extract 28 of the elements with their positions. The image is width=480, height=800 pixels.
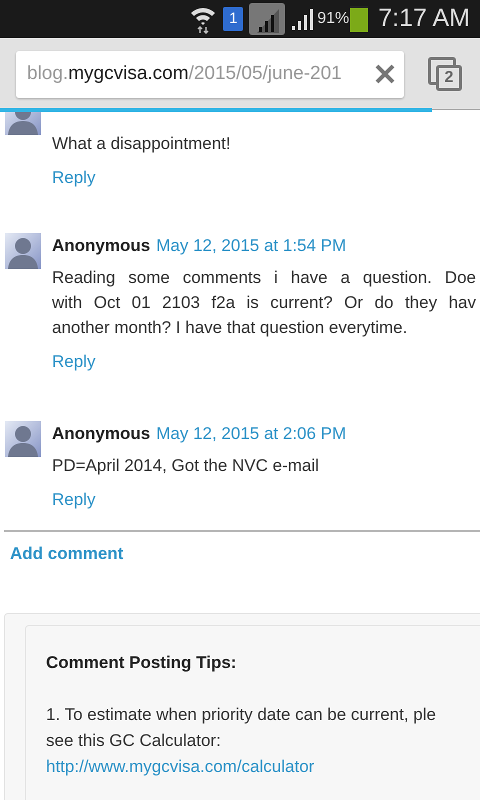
add-comment-link[interactable]: Add comment <box>10 544 124 563</box>
reply-link[interactable]: Reply <box>52 352 96 371</box>
avatar-icon <box>5 233 41 269</box>
reply-link[interactable]: Reply <box>52 168 96 187</box>
url-text: blog.mygcvisa.com/2015/05/june-201 <box>27 62 343 86</box>
comment-text: with Oct 01 2103 f2a is current? Or do they hav <box>52 292 476 314</box>
comment-text: What a disappointment! <box>52 133 231 155</box>
url-field[interactable]: blog.mygcvisa.com/2015/05/june-201 <box>16 50 404 98</box>
comment-text: PD=April 2014, Got the NVC e-mail <box>52 455 319 477</box>
tips-title: Comment Posting Tips: <box>46 652 238 674</box>
comment-text: another month? I have that question everytime. <box>52 317 408 339</box>
close-icon[interactable] <box>374 63 396 85</box>
reply-link[interactable]: Reply <box>52 490 96 509</box>
comment-text: Reading some comments i have a question. Doe <box>52 267 476 289</box>
battery-percent: 91% <box>317 9 350 29</box>
clock: 7:17 AM <box>378 3 470 34</box>
comment-author: Anonymous <box>52 235 150 257</box>
calculator-link[interactable]: http://www.mygcvisa.com/calculator <box>46 756 314 776</box>
avatar-icon <box>5 421 41 457</box>
comment-date[interactable]: May 12, 2015 at 1:54 PM <box>156 233 346 258</box>
battery-icon <box>350 6 368 32</box>
comment-date[interactable]: May 12, 2015 at 2:06 PM <box>156 421 346 446</box>
signal-icon <box>249 3 286 35</box>
signal-icon <box>291 7 316 31</box>
tips-text: see this GC Calculator: <box>46 730 221 752</box>
tips-text: 1. To estimate when priority date can be current, ple <box>46 704 436 726</box>
comment-author: Anonymous <box>52 423 150 445</box>
sim-badge: 1 <box>223 7 244 31</box>
